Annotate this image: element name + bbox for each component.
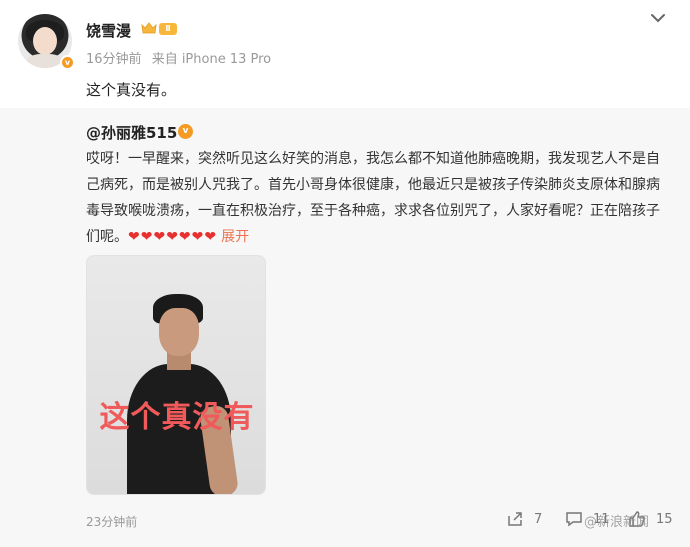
expand-link[interactable]: 展开 <box>221 229 249 245</box>
post-source: 来自 iPhone 13 Pro <box>151 52 272 67</box>
post-image[interactable]: 这个真没有 <box>86 255 266 495</box>
chevron-down-icon[interactable] <box>650 12 666 24</box>
watermark: @新浪新闻 <box>584 515 650 530</box>
original-text: 哎呀！一早醒来，突然听见这么好笑的消息，我怎么都不知道他肺癌晚期，我发现艺人不是… <box>86 146 671 250</box>
crown-icon <box>141 22 157 34</box>
author-name[interactable]: 饶雪漫 <box>86 20 131 41</box>
repost-card[interactable]: @孙丽雅515 v 哎呀！一早醒来，突然听见这么好笑的消息，我怎么都不知道他肺癌… <box>0 108 690 547</box>
avatar-body <box>26 54 64 68</box>
repost-count: 7 <box>534 511 543 527</box>
person-face <box>159 308 199 356</box>
heart-icon: ❤❤❤❤❤❤❤ <box>128 229 218 245</box>
level-badge: Ⅱ <box>159 23 177 35</box>
image-caption: 这个真没有 <box>99 400 255 435</box>
post-text: 这个真没有。 <box>86 81 177 99</box>
post-time[interactable]: 16分钟前 <box>86 52 142 67</box>
verified-icon: v <box>178 124 193 139</box>
original-time[interactable]: 23分钟前 <box>86 513 137 530</box>
repost-icon <box>508 512 522 526</box>
comment-icon <box>566 512 582 527</box>
original-author[interactable]: @孙丽雅515 <box>86 122 177 143</box>
verified-icon: v <box>60 55 75 70</box>
post-meta: 16分钟前 来自 iPhone 13 Pro <box>86 48 277 67</box>
avatar-face <box>33 27 57 55</box>
post-card: v 饶雪漫 Ⅱ 16分钟前 来自 iPhone 13 Pro 这个真没有。 <box>0 0 690 108</box>
repost-button[interactable]: 7 <box>506 510 542 528</box>
like-count: 15 <box>656 511 673 527</box>
